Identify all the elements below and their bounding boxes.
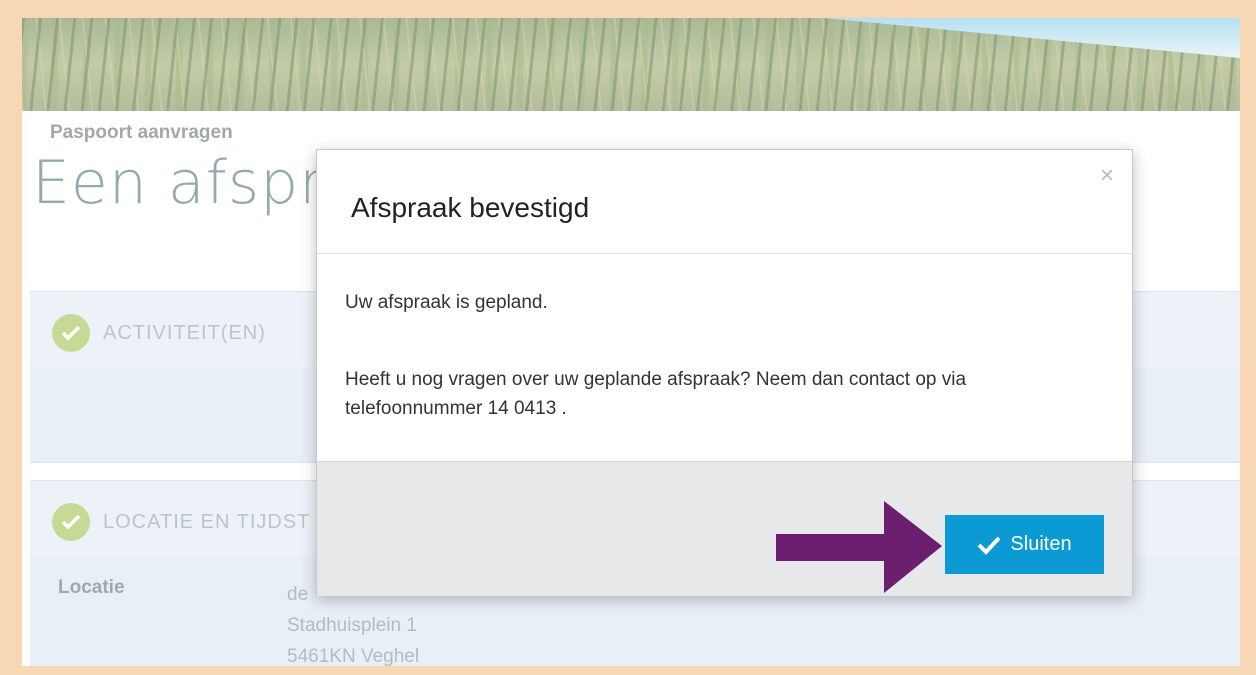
modal-title: Afspraak bevestigd (351, 192, 590, 223)
modal-contact-message: Heeft u nog vragen over uw geplande afsp… (345, 369, 967, 419)
modal-body: Uw afspraak is gepland. Heeft u nog vrag… (345, 288, 1105, 423)
modal-header-divider (317, 253, 1132, 254)
close-icon[interactable]: × (1100, 162, 1114, 190)
pointer-arrow-icon (776, 501, 942, 593)
confirmation-modal: × Afspraak bevestigd Uw afspraak is gepl… (316, 149, 1133, 596)
modal-footer: Sluiten (317, 461, 1132, 596)
close-button[interactable]: Sluiten (945, 515, 1104, 574)
close-button-label: Sluiten (1010, 533, 1072, 555)
modal-message: Uw afspraak is gepland. (345, 292, 548, 313)
checkmark-icon (977, 535, 1001, 555)
